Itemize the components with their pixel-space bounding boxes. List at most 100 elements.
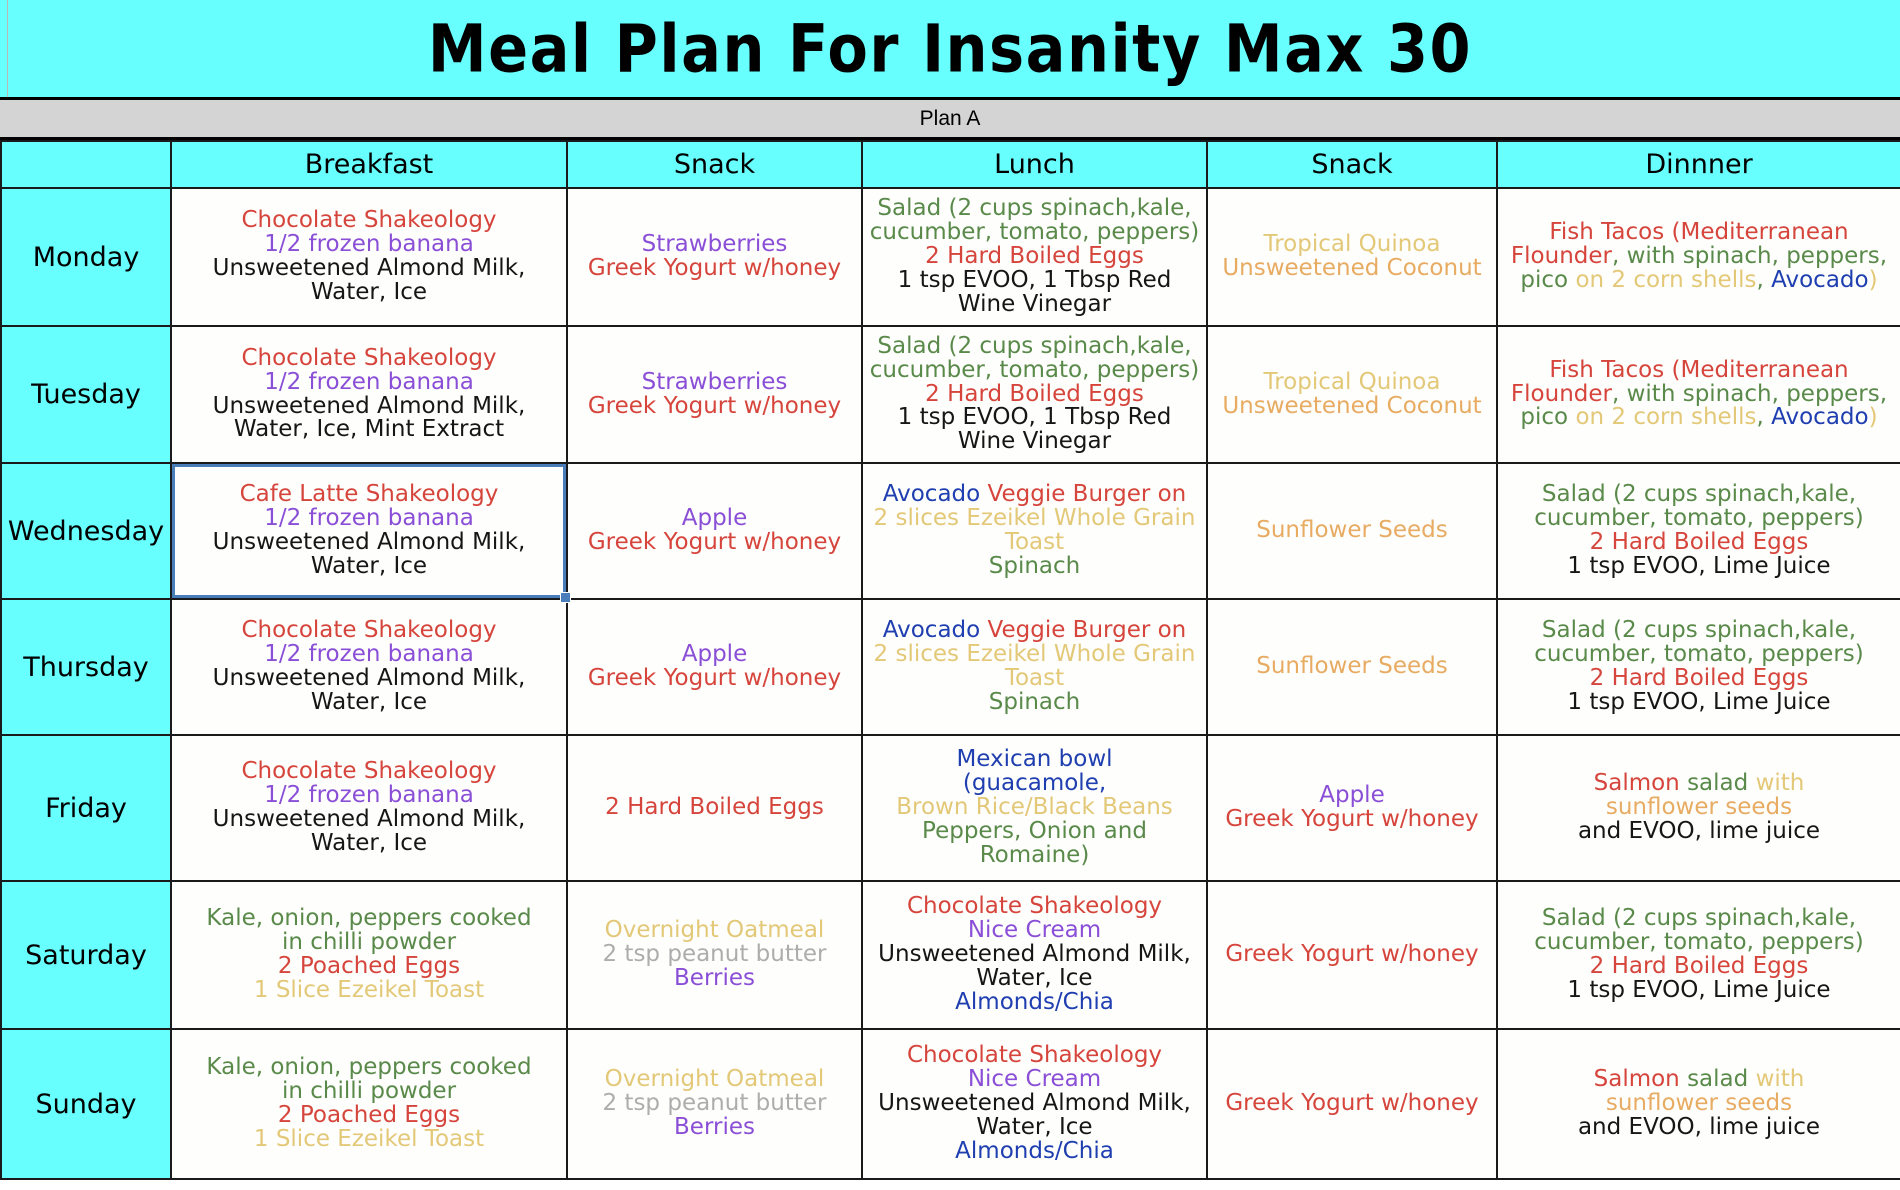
cell-sunday-dinner[interactable]: Salmon salad with sunflower seeds and EVOO… xyxy=(1496,1028,1900,1180)
meal-text-run: Unsweetened Almond Milk, xyxy=(212,665,526,691)
meal-text-run: Avocado xyxy=(1771,266,1869,293)
meal-text-run: Nice Cream xyxy=(967,1066,1102,1093)
day-label-thursday[interactable]: Thursday xyxy=(0,598,172,736)
meal-line: Unsweetened Almond Milk, xyxy=(863,1090,1206,1117)
meal-line: Chocolate Shakeology xyxy=(172,346,566,371)
cell-tuesday-dinner[interactable]: Fish Tacos (Mediterranean Flounder, with … xyxy=(1496,325,1900,464)
meal-text-run: (guacamole, xyxy=(962,770,1107,797)
meal-line: Salad (2 cups spinach,kale, xyxy=(863,196,1206,221)
fill-handle[interactable] xyxy=(560,592,571,603)
meal-line: Salmon salad with xyxy=(1498,770,1900,797)
cell-friday-snack-1[interactable]: 2 Hard Boiled Eggs xyxy=(566,734,863,882)
cell-saturday-breakfast[interactable]: Kale, onion, peppers cooked in chilli pow… xyxy=(170,880,568,1030)
cell-friday-snack-2[interactable]: Apple Greek Yogurt w/honey xyxy=(1206,734,1498,882)
meal-text-run: Water, Ice, Mint Extract xyxy=(233,416,505,443)
day-label-saturday[interactable]: Saturday xyxy=(0,880,172,1030)
meal-text-run: Unsweetened Almond Milk, xyxy=(878,1090,1191,1117)
cell-saturday-dinner[interactable]: Salad (2 cups spinach,kale, cucumber, tom… xyxy=(1496,880,1900,1030)
meal-text-run: Overnight Oatmeal xyxy=(604,1066,825,1093)
meal-line: Water, Ice xyxy=(172,688,566,715)
meal-text-run: 1 Slice Ezeikel Toast xyxy=(253,976,485,1003)
day-label-wednesday[interactable]: Wednesday xyxy=(0,462,172,600)
cell-wednesday-lunch[interactable]: Avocado Veggie Burger on 2 slices Ezeikel… xyxy=(861,462,1208,600)
meal-line: Water, Ice xyxy=(863,1115,1206,1140)
meal-line: Peppers, Onion and xyxy=(863,819,1206,844)
cell-sunday-lunch[interactable]: Chocolate Shakeology Nice Cream Unsweetene… xyxy=(861,1028,1208,1180)
day-label-monday[interactable]: Monday xyxy=(0,187,172,327)
meal-text-run: 2 Poached Eggs xyxy=(277,1102,461,1128)
meal-text-run: cucumber, tomato, peppers) xyxy=(869,356,1200,383)
cell-friday-dinner[interactable]: Salmon salad with sunflower seeds and EVOO… xyxy=(1496,734,1900,882)
meal-line: sunflower seeds xyxy=(1498,795,1900,820)
cell-monday-snack-2[interactable]: Tropical Quinoa Unsweetened Coconut xyxy=(1206,187,1498,327)
meal-text-run: Chocolate Shakeology xyxy=(906,1042,1163,1069)
cell-sunday-breakfast[interactable]: Kale, onion, peppers cooked in chilli pow… xyxy=(170,1028,568,1180)
column-header-snack-1: Snack xyxy=(566,140,863,189)
meal-text-run: Sunflower Seeds xyxy=(1256,517,1448,544)
cell-thursday-snack-2[interactable]: Sunflower Seeds xyxy=(1206,598,1498,736)
cell-monday-breakfast[interactable]: Chocolate Shakeology 1/2 frozen banana Uns… xyxy=(170,187,568,327)
meal-text-run: Brown Rice/Black Beans xyxy=(896,794,1173,821)
cell-monday-lunch[interactable]: Salad (2 cups spinach,kale, cucumber, tom… xyxy=(861,187,1208,327)
meal-text-run: salad xyxy=(1687,1066,1756,1093)
day-label-sunday[interactable]: Sunday xyxy=(0,1028,172,1180)
meal-text-run: salad xyxy=(1687,770,1756,797)
cell-saturday-lunch[interactable]: Chocolate Shakeology Nice Cream Unsweetene… xyxy=(861,880,1208,1030)
meal-text-run: with xyxy=(1755,1066,1805,1093)
meal-line: Water, Ice xyxy=(863,966,1206,991)
meal-text-run: Veggie Burger on xyxy=(987,481,1187,508)
meal-line: and EVOO, lime juice xyxy=(1498,1115,1900,1140)
meal-line: pico on 2 corn shells, Avocado) xyxy=(1498,405,1900,430)
day-label-friday[interactable]: Friday xyxy=(0,734,172,882)
cell-wednesday-breakfast[interactable]: Cafe Latte Shakeology 1/2 frozen banana Un… xyxy=(170,462,571,603)
meal-line: 1/2 frozen banana xyxy=(172,641,566,668)
meal-line: Unsweetened Almond Milk, xyxy=(172,807,566,832)
meal-text-run: 1/2 frozen banana xyxy=(264,641,474,668)
meal-text-run: Spinach xyxy=(988,688,1081,715)
cell-tuesday-snack-2[interactable]: Tropical Quinoa Unsweetened Coconut xyxy=(1206,325,1498,464)
meal-line: 2 tsp peanut butter xyxy=(568,942,861,967)
cell-thursday-breakfast[interactable]: Chocolate Shakeology 1/2 frozen banana Uns… xyxy=(170,598,568,736)
plan-banner: Plan A xyxy=(0,100,1900,140)
cell-saturday-snack-1[interactable]: Overnight Oatmeal 2 tsp peanut butter Berr… xyxy=(566,880,863,1030)
day-label-tuesday[interactable]: Tuesday xyxy=(0,325,172,464)
cell-tuesday-breakfast[interactable]: Chocolate Shakeology 1/2 frozen banana Uns… xyxy=(170,325,568,464)
cell-friday-lunch[interactable]: Mexican bowl (guacamole, Brown Rice/Black … xyxy=(861,734,1208,882)
meal-line: 2 Hard Boiled Eggs xyxy=(568,795,861,820)
meal-text-run: Chocolate Shakeology xyxy=(241,617,497,644)
meal-line: Unsweetened Coconut xyxy=(1208,394,1496,419)
cell-thursday-lunch[interactable]: Avocado Veggie Burger on 2 slices Ezeikel… xyxy=(861,598,1208,736)
meal-text-run: , xyxy=(1756,266,1772,293)
cell-thursday-snack-1[interactable]: Apple Greek Yogurt w/honey xyxy=(566,598,863,736)
meal-line: Berries xyxy=(568,1115,861,1140)
meal-line: Nice Cream xyxy=(863,1066,1206,1093)
meal-line: Apple xyxy=(568,642,861,667)
meal-text-run: Flounder xyxy=(1510,243,1612,270)
cell-thursday-dinner[interactable]: Salad (2 cups spinach,kale, cucumber, tom… xyxy=(1496,598,1900,736)
meal-text-run: Fish Tacos (Mediterranean xyxy=(1549,219,1849,246)
meal-line: Spinach xyxy=(863,554,1206,579)
column-header-breakfast: Breakfast xyxy=(170,140,568,189)
meal-line: Strawberries xyxy=(568,370,861,395)
meal-line: Unsweetened Almond Milk, xyxy=(172,665,566,691)
cell-wednesday-dinner[interactable]: Salad (2 cups spinach,kale, cucumber, tom… xyxy=(1496,462,1900,600)
cell-sunday-snack-1[interactable]: Overnight Oatmeal 2 tsp peanut butter Berr… xyxy=(566,1028,863,1180)
meal-text-run: Salmon xyxy=(1593,770,1688,797)
cell-tuesday-snack-1[interactable]: Strawberries Greek Yogurt w/honey xyxy=(566,325,863,464)
cell-monday-dinner[interactable]: Fish Tacos (Mediterranean Flounder, with … xyxy=(1496,187,1900,327)
cell-tuesday-lunch[interactable]: Salad (2 cups spinach,kale, cucumber, tom… xyxy=(861,325,1208,464)
cell-wednesday-snack-1[interactable]: Apple Greek Yogurt w/honey xyxy=(566,462,863,600)
meal-line: pico on 2 corn shells, Avocado) xyxy=(1498,266,1900,293)
meal-line: Kale, onion, peppers cooked xyxy=(172,1055,566,1080)
cell-saturday-snack-2[interactable]: Greek Yogurt w/honey xyxy=(1206,880,1498,1030)
cell-wednesday-snack-2[interactable]: Sunflower Seeds xyxy=(1206,462,1498,600)
cell-monday-snack-1[interactable]: Strawberries Greek Yogurt w/honey xyxy=(566,187,863,327)
meal-text-run: Water, Ice xyxy=(310,829,428,856)
cell-friday-breakfast[interactable]: Chocolate Shakeology 1/2 frozen banana Uns… xyxy=(170,734,568,882)
meal-text-run: Water, Ice xyxy=(310,688,428,715)
meal-text-run: Mexican bowl xyxy=(956,746,1113,773)
cell-sunday-snack-2[interactable]: Greek Yogurt w/honey xyxy=(1206,1028,1498,1180)
meal-text-run: Veggie Burger on xyxy=(987,617,1187,644)
meal-line: Greek Yogurt w/honey xyxy=(568,666,861,691)
meal-line: 1 tsp EVOO, Lime Juice xyxy=(1498,978,1900,1003)
